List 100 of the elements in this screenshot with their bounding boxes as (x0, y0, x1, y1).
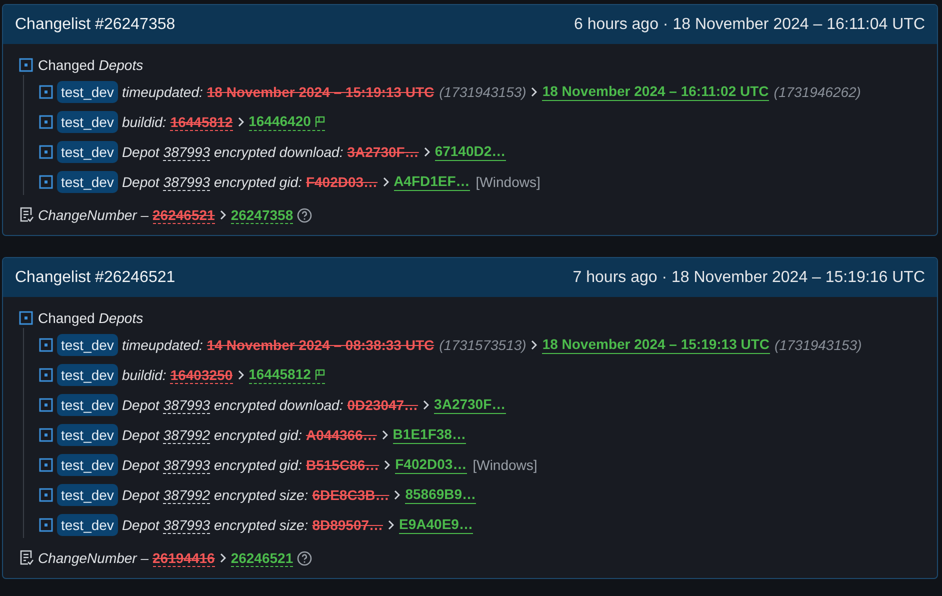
app-tag[interactable]: test_dev (57, 484, 118, 506)
unix-timestamp: (1731943153) (774, 336, 862, 355)
depot-icon (39, 85, 53, 99)
app-tag[interactable]: test_dev (57, 111, 118, 133)
depot-link[interactable]: 387993 (163, 516, 210, 534)
app-tag[interactable]: test_dev (57, 454, 118, 476)
old-value: 26194416 (152, 550, 215, 566)
depot-icon (39, 145, 53, 159)
depot-icon (39, 398, 53, 412)
old-value: B515C86… (306, 456, 380, 474)
app-tag[interactable]: test_dev (57, 171, 118, 193)
old-value: 6DE8C3B… (312, 486, 390, 504)
chevron-icon (423, 400, 430, 410)
app-tag[interactable]: test_dev (57, 141, 118, 163)
app-tag[interactable]: test_dev (57, 334, 118, 356)
old-value: F402D03… (306, 172, 378, 192)
chevron-icon (238, 117, 244, 127)
old-value: 16403250 (170, 366, 233, 384)
change-number-label: ChangeNumber – (38, 206, 149, 225)
field-label: Depot (122, 172, 160, 192)
new-value[interactable]: E9A40E9… (399, 516, 473, 534)
timestamp: 7 hours ago · 18 November 2024 – 15:19:16 UTC (572, 268, 925, 288)
unix-timestamp: (1731573513) (439, 336, 526, 355)
field-label: encrypted download: (214, 142, 344, 162)
platform-label: [Windows] (472, 456, 538, 475)
depot-icon (39, 488, 53, 502)
platform-label: [Windows] (476, 172, 540, 192)
app-tag[interactable]: test_dev (57, 424, 118, 446)
field-label: encrypted size: (214, 486, 308, 505)
section-label: Changed Depots (38, 56, 144, 75)
depot-link[interactable]: 387993 (163, 174, 210, 190)
field-label: encrypted gid: (214, 426, 302, 445)
chevron-icon (394, 490, 400, 500)
unix-timestamp: (1731946262) (774, 82, 861, 102)
field-label: encrypted gid: (214, 172, 302, 192)
flag-icon (314, 116, 325, 127)
chevron-icon (382, 177, 389, 187)
field-label: Depot (122, 426, 160, 445)
app-tag[interactable]: test_dev (57, 364, 118, 386)
old-value: 18 November 2024 – 15:19:13 UTC (206, 82, 434, 102)
changelist-title[interactable]: Changelist #26246521 (15, 266, 176, 290)
help-icon[interactable] (297, 208, 312, 222)
field-label: Depot (122, 516, 160, 535)
depot-link[interactable]: 387992 (163, 426, 210, 444)
timestamp: 6 hours ago · 18 November 2024 – 16:11:04 UTC (574, 14, 925, 34)
app-tag[interactable]: test_dev (57, 514, 118, 536)
build-number: 16445812 (248, 366, 311, 383)
new-value[interactable]: A4FD1EF… (394, 173, 470, 191)
depot-icon (19, 58, 33, 72)
depot-icon (39, 518, 53, 532)
new-value[interactable]: 18 November 2024 – 15:19:13 UTC (542, 336, 770, 354)
field-label: buildid: (122, 112, 166, 132)
depot-link[interactable]: 387993 (163, 144, 210, 160)
depot-icon (19, 311, 33, 325)
field-label: buildid: (122, 366, 166, 384)
old-value: 26246521 (152, 206, 215, 224)
unix-timestamp: (1731943153) (439, 82, 526, 102)
chevron-icon (424, 147, 430, 157)
changelog-icon (19, 550, 34, 566)
new-value[interactable]: 85869B9… (405, 486, 476, 504)
section-label: Changed Depots (38, 308, 144, 328)
field-label: timeupdated: (122, 336, 203, 355)
old-value: A044366… (306, 426, 377, 444)
new-value[interactable]: 67140D2… (434, 143, 506, 161)
new-value[interactable]: 26246521 (230, 550, 294, 566)
app-tag[interactable]: test_dev (57, 81, 118, 103)
chevron-icon (388, 520, 394, 530)
change-number-label: ChangeNumber – (38, 548, 149, 568)
build-number: 16446420 (248, 113, 311, 130)
chevron-icon (220, 553, 226, 563)
depot-icon (39, 368, 53, 382)
chevron-icon (531, 340, 538, 350)
depot-icon (39, 338, 53, 352)
depot-link[interactable]: 387992 (163, 486, 210, 504)
chevron-icon (384, 460, 390, 470)
flag-icon (314, 369, 325, 380)
chevron-icon (220, 210, 226, 220)
depot-icon (39, 175, 53, 189)
new-value[interactable]: 26247358 (230, 206, 294, 224)
depot-icon (39, 458, 53, 472)
old-value: 14 November 2024 – 08:38:33 UTC (206, 336, 434, 354)
old-value: 3A2730F… (347, 142, 419, 162)
old-value: 16445812 (170, 114, 233, 130)
field-label: encrypted download: (214, 396, 344, 415)
field-label: encrypted gid: (214, 456, 302, 475)
old-value: 8D89507… (312, 516, 384, 534)
new-value[interactable]: F402D03… (395, 456, 467, 474)
chevron-icon (238, 370, 244, 380)
help-icon[interactable] (297, 550, 312, 566)
app-tag[interactable]: test_dev (57, 394, 118, 416)
field-label: timeupdated: (122, 82, 203, 102)
field-label: Depot (122, 396, 160, 415)
field-label: encrypted size: (214, 516, 308, 535)
depot-icon (39, 115, 53, 129)
changelist-title[interactable]: Changelist #26247358 (15, 12, 176, 36)
depot-link[interactable]: 387993 (163, 396, 210, 414)
depot-link[interactable]: 387993 (163, 456, 210, 474)
new-value[interactable]: B1E1F38… (392, 426, 466, 444)
new-value[interactable]: 18 November 2024 – 16:11:02 UTC (542, 83, 769, 101)
new-value[interactable]: 3A2730F… (434, 396, 506, 414)
